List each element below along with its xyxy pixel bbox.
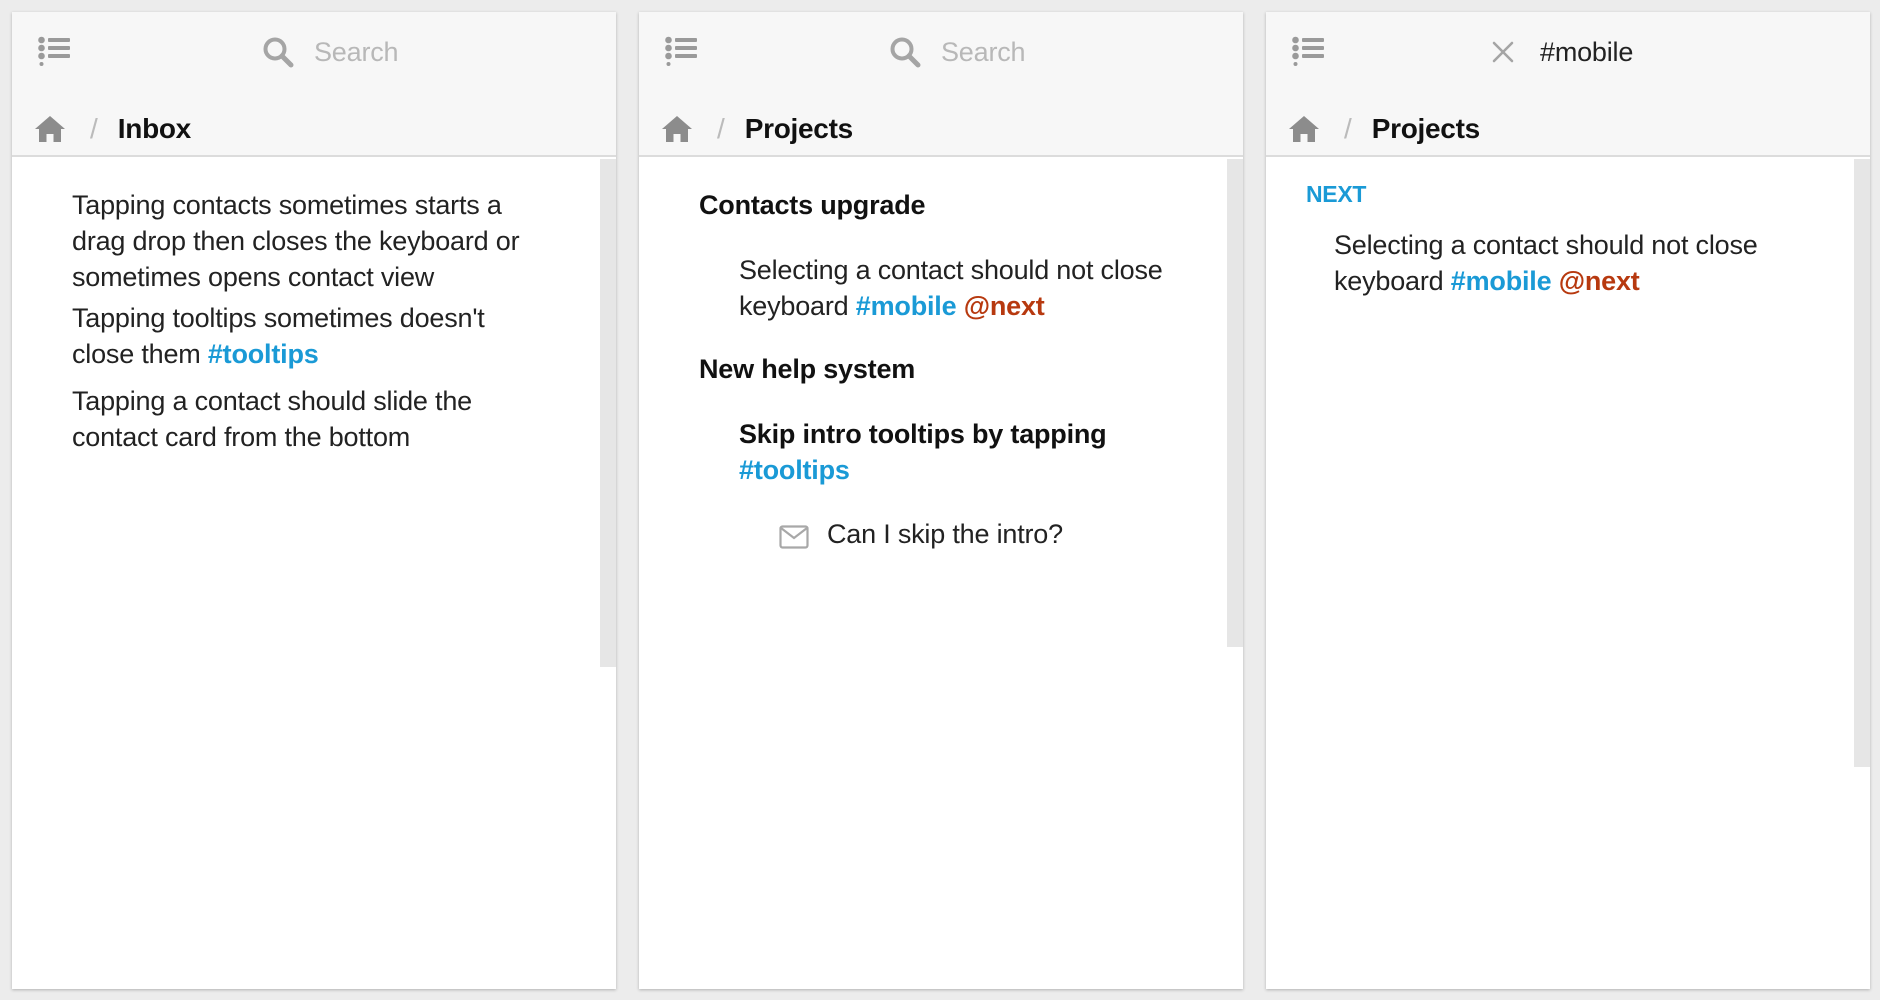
home-icon[interactable] bbox=[661, 114, 693, 144]
project-heading[interactable]: New help system bbox=[699, 351, 915, 387]
breadcrumb: / Projects bbox=[661, 100, 853, 158]
close-icon[interactable] bbox=[1492, 41, 1514, 63]
tag-tooltips[interactable]: #tooltips bbox=[739, 452, 1199, 488]
page-title: Projects bbox=[744, 113, 853, 144]
panel-header: Search / Inbox bbox=[12, 12, 616, 157]
tag-mobile[interactable]: #mobile bbox=[856, 291, 957, 321]
scrollbar[interactable] bbox=[600, 159, 616, 667]
breadcrumb-separator: / bbox=[1344, 113, 1352, 144]
search-bar[interactable]: #mobile bbox=[1486, 32, 1633, 72]
list-menu-icon[interactable] bbox=[1292, 36, 1324, 66]
tag-tooltips[interactable]: #tooltips bbox=[208, 339, 319, 369]
section-label-next: NEXT bbox=[1306, 181, 1367, 207]
projects-panel: Search / Projects Contacts upgrade Selec… bbox=[639, 12, 1243, 989]
breadcrumb: / Projects bbox=[1288, 100, 1480, 158]
note-item[interactable]: Can I skip the intro? bbox=[779, 516, 1063, 552]
panel-header: Search / Projects bbox=[639, 12, 1243, 157]
scrollbar[interactable] bbox=[1227, 159, 1243, 647]
list-item[interactable]: Tapping tooltips sometimes doesn't close… bbox=[72, 300, 532, 372]
list-item[interactable]: Tapping a contact should slide the conta… bbox=[72, 383, 532, 455]
scrollbar[interactable] bbox=[1854, 159, 1870, 767]
list-item[interactable]: Tapping contacts sometimes starts a drag… bbox=[72, 187, 532, 295]
list-menu-icon[interactable] bbox=[665, 36, 697, 66]
task-item[interactable]: Selecting a contact should not close key… bbox=[1334, 227, 1794, 299]
page-title: Projects bbox=[1371, 113, 1480, 144]
home-icon[interactable] bbox=[1288, 114, 1320, 144]
task-item[interactable]: Skip intro tooltips by tapping #tooltips bbox=[739, 416, 1199, 488]
search-bar[interactable]: Search bbox=[262, 32, 399, 72]
breadcrumb: / Inbox bbox=[34, 100, 191, 158]
list-menu-icon[interactable] bbox=[38, 36, 70, 66]
page-title: Inbox bbox=[117, 113, 191, 144]
search-input[interactable]: Search bbox=[941, 37, 1026, 68]
home-icon[interactable] bbox=[34, 114, 66, 144]
filtered-projects-panel: #mobile / Projects NEXT Selecting a cont… bbox=[1266, 12, 1870, 989]
inbox-panel: Search / Inbox Tapping contacts sometime… bbox=[12, 12, 616, 989]
panel-header: #mobile / Projects bbox=[1266, 12, 1870, 157]
breadcrumb-separator: / bbox=[90, 113, 98, 144]
search-bar[interactable]: Search bbox=[889, 32, 1026, 72]
project-heading[interactable]: Contacts upgrade bbox=[699, 187, 926, 223]
search-icon[interactable] bbox=[889, 36, 921, 68]
search-input[interactable]: #mobile bbox=[1540, 37, 1633, 68]
mention-next[interactable]: @next bbox=[1559, 266, 1640, 296]
mention-next[interactable]: @next bbox=[964, 291, 1045, 321]
search-input[interactable]: Search bbox=[314, 37, 399, 68]
note-text: Can I skip the intro? bbox=[827, 519, 1063, 549]
mail-icon bbox=[779, 522, 809, 549]
tag-mobile[interactable]: #mobile bbox=[1451, 266, 1552, 296]
search-icon[interactable] bbox=[262, 36, 294, 68]
task-item[interactable]: Selecting a contact should not close key… bbox=[739, 252, 1199, 324]
breadcrumb-separator: / bbox=[717, 113, 725, 144]
